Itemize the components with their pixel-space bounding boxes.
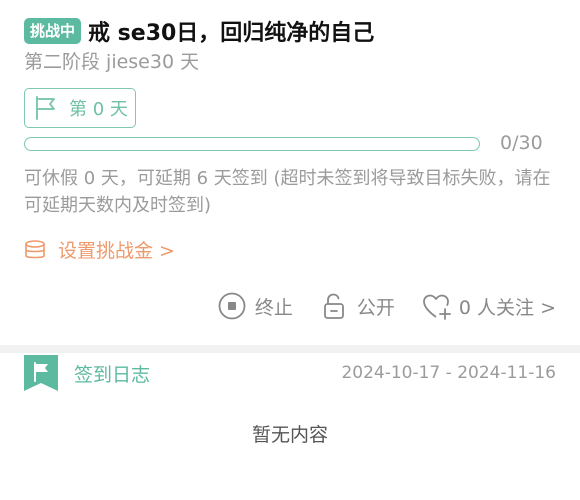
checkin-log-header: 签到日志 2024-10-17 - 2024-11-16	[24, 355, 556, 391]
set-deposit-link[interactable]: 设置挑战金 >	[24, 236, 175, 263]
checkin-log-title: 签到日志	[74, 363, 151, 386]
follow-label: 0 人关注 >	[458, 296, 556, 319]
challenge-subtitle: 第二阶段 jiese30 天	[24, 51, 200, 73]
stop-circle-icon	[218, 292, 246, 320]
flag-bookmark-icon	[24, 355, 58, 391]
action-bar: 终止 公开 0 人关注 >	[191, 291, 556, 321]
follow-button[interactable]: 0 人关注 >	[421, 291, 556, 321]
heart-plus-icon	[423, 294, 451, 320]
coin-stack-icon	[25, 239, 45, 258]
lock-open-icon	[323, 293, 344, 319]
notice-text: 可休假 0 天，可延期 6 天签到 (超时未签到将导致目标失败，请在可延期天数内…	[24, 168, 551, 216]
set-deposit-label: 设置挑战金 >	[58, 240, 175, 262]
public-button[interactable]: 公开	[319, 291, 395, 321]
challenge-title: 戒 se30日，回归纯净的自己	[88, 21, 375, 46]
day-counter: 第 0 天	[24, 88, 136, 128]
challenge-header: 挑战中 戒 se30日，回归纯净的自己	[24, 15, 564, 47]
log-date-range: 2024-10-17 - 2024-11-16	[341, 363, 556, 383]
progress-text: 0/30	[500, 132, 543, 154]
progress-bar	[24, 137, 480, 151]
section-divider	[0, 345, 580, 353]
status-badge: 挑战中	[24, 18, 82, 44]
day-label: 第 0 天	[69, 99, 128, 120]
flag-outline-icon	[36, 96, 55, 120]
end-button[interactable]: 终止	[217, 291, 293, 321]
empty-state-text: 暂无内容	[251, 424, 328, 446]
end-label: 终止	[254, 296, 293, 319]
public-label: 公开	[356, 296, 395, 319]
